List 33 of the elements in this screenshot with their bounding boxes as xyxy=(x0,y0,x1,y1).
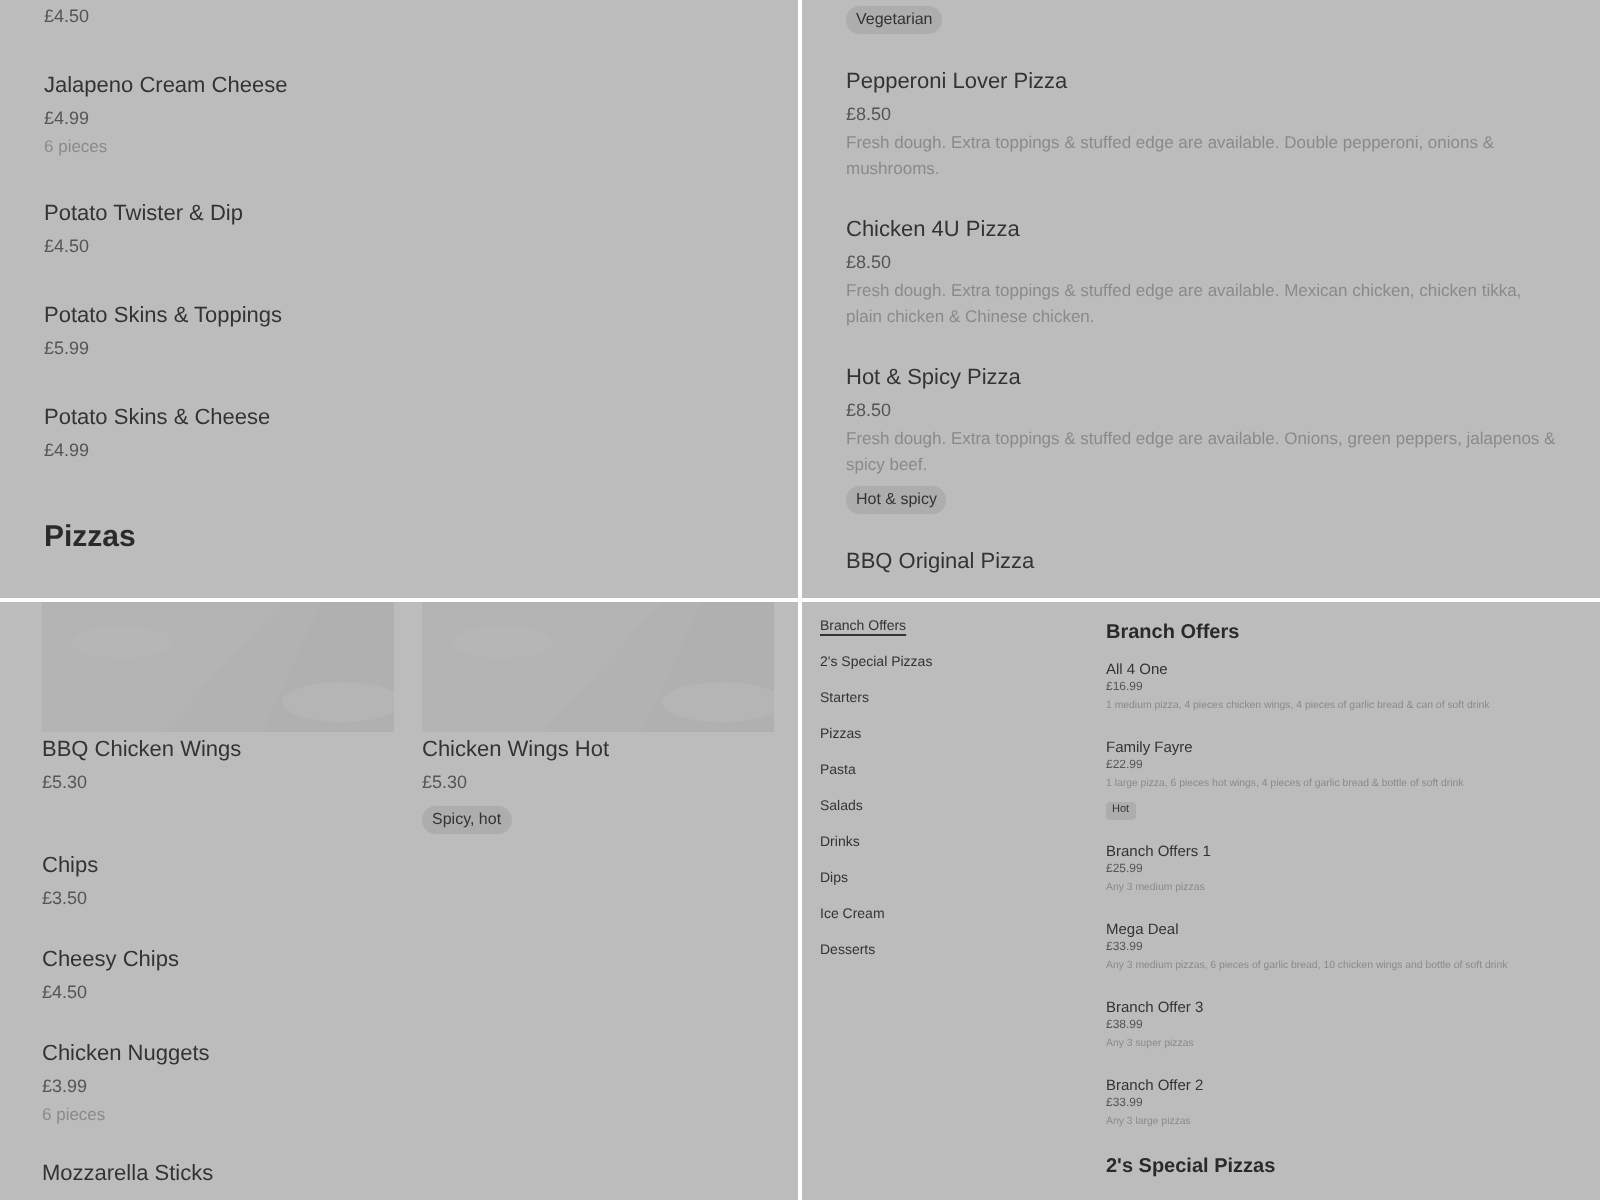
item-name[interactable]: Potato Skins & Toppings xyxy=(44,300,754,332)
item-price: £5.30 xyxy=(42,770,90,796)
item-name[interactable]: Chicken Wings Hot xyxy=(422,734,774,766)
item-price: £4.50 xyxy=(44,4,92,30)
item-name[interactable]: Chicken 4U Pizza xyxy=(846,214,1556,246)
item-price: £5.30 xyxy=(422,770,470,796)
dietary-tag: Spicy, hot xyxy=(422,806,512,834)
item-name[interactable]: Chips xyxy=(42,850,756,882)
section-heading: 2's Special Pizzas xyxy=(1106,1156,1278,1180)
item-name[interactable]: Cheesy Chips xyxy=(42,944,756,976)
item-price: £4.99 xyxy=(44,438,92,464)
item-name[interactable]: BBQ Original Pizza xyxy=(846,546,1556,578)
dietary-tag: Vegetarian xyxy=(846,6,943,34)
item-name[interactable]: Mozzarella Sticks xyxy=(42,1158,756,1190)
item-price: £4.50 xyxy=(42,980,90,1006)
item-name[interactable]: Chicken Nuggets xyxy=(42,1038,756,1070)
section-heading: Pizzas xyxy=(44,518,138,558)
item-price: £3.50 xyxy=(42,886,90,912)
item-name[interactable]: Hot & Spicy Pizza xyxy=(846,362,1556,394)
dietary-tag: Hot & spicy xyxy=(846,486,947,514)
item-name[interactable]: Potato Twister & Dip xyxy=(44,198,754,230)
item-price: £8.50 xyxy=(846,398,894,424)
item-price: £8.50 xyxy=(846,250,894,276)
item-price: £3.99 xyxy=(42,1074,90,1100)
item-price: £5.99 xyxy=(44,336,92,362)
item-name[interactable]: BBQ Chicken Wings xyxy=(42,734,394,766)
item-price: £4.50 xyxy=(44,234,92,260)
item-name[interactable]: Jalapeno Cream Cheese xyxy=(44,70,754,102)
item-price: £8.50 xyxy=(846,102,894,128)
section-heading: Branch Offers xyxy=(1106,622,1242,646)
item-name[interactable]: Pepperoni Lover Pizza xyxy=(846,66,1556,98)
item-price: £4.99 xyxy=(44,106,92,132)
item-name[interactable]: Potato Skins & Cheese xyxy=(44,402,754,434)
